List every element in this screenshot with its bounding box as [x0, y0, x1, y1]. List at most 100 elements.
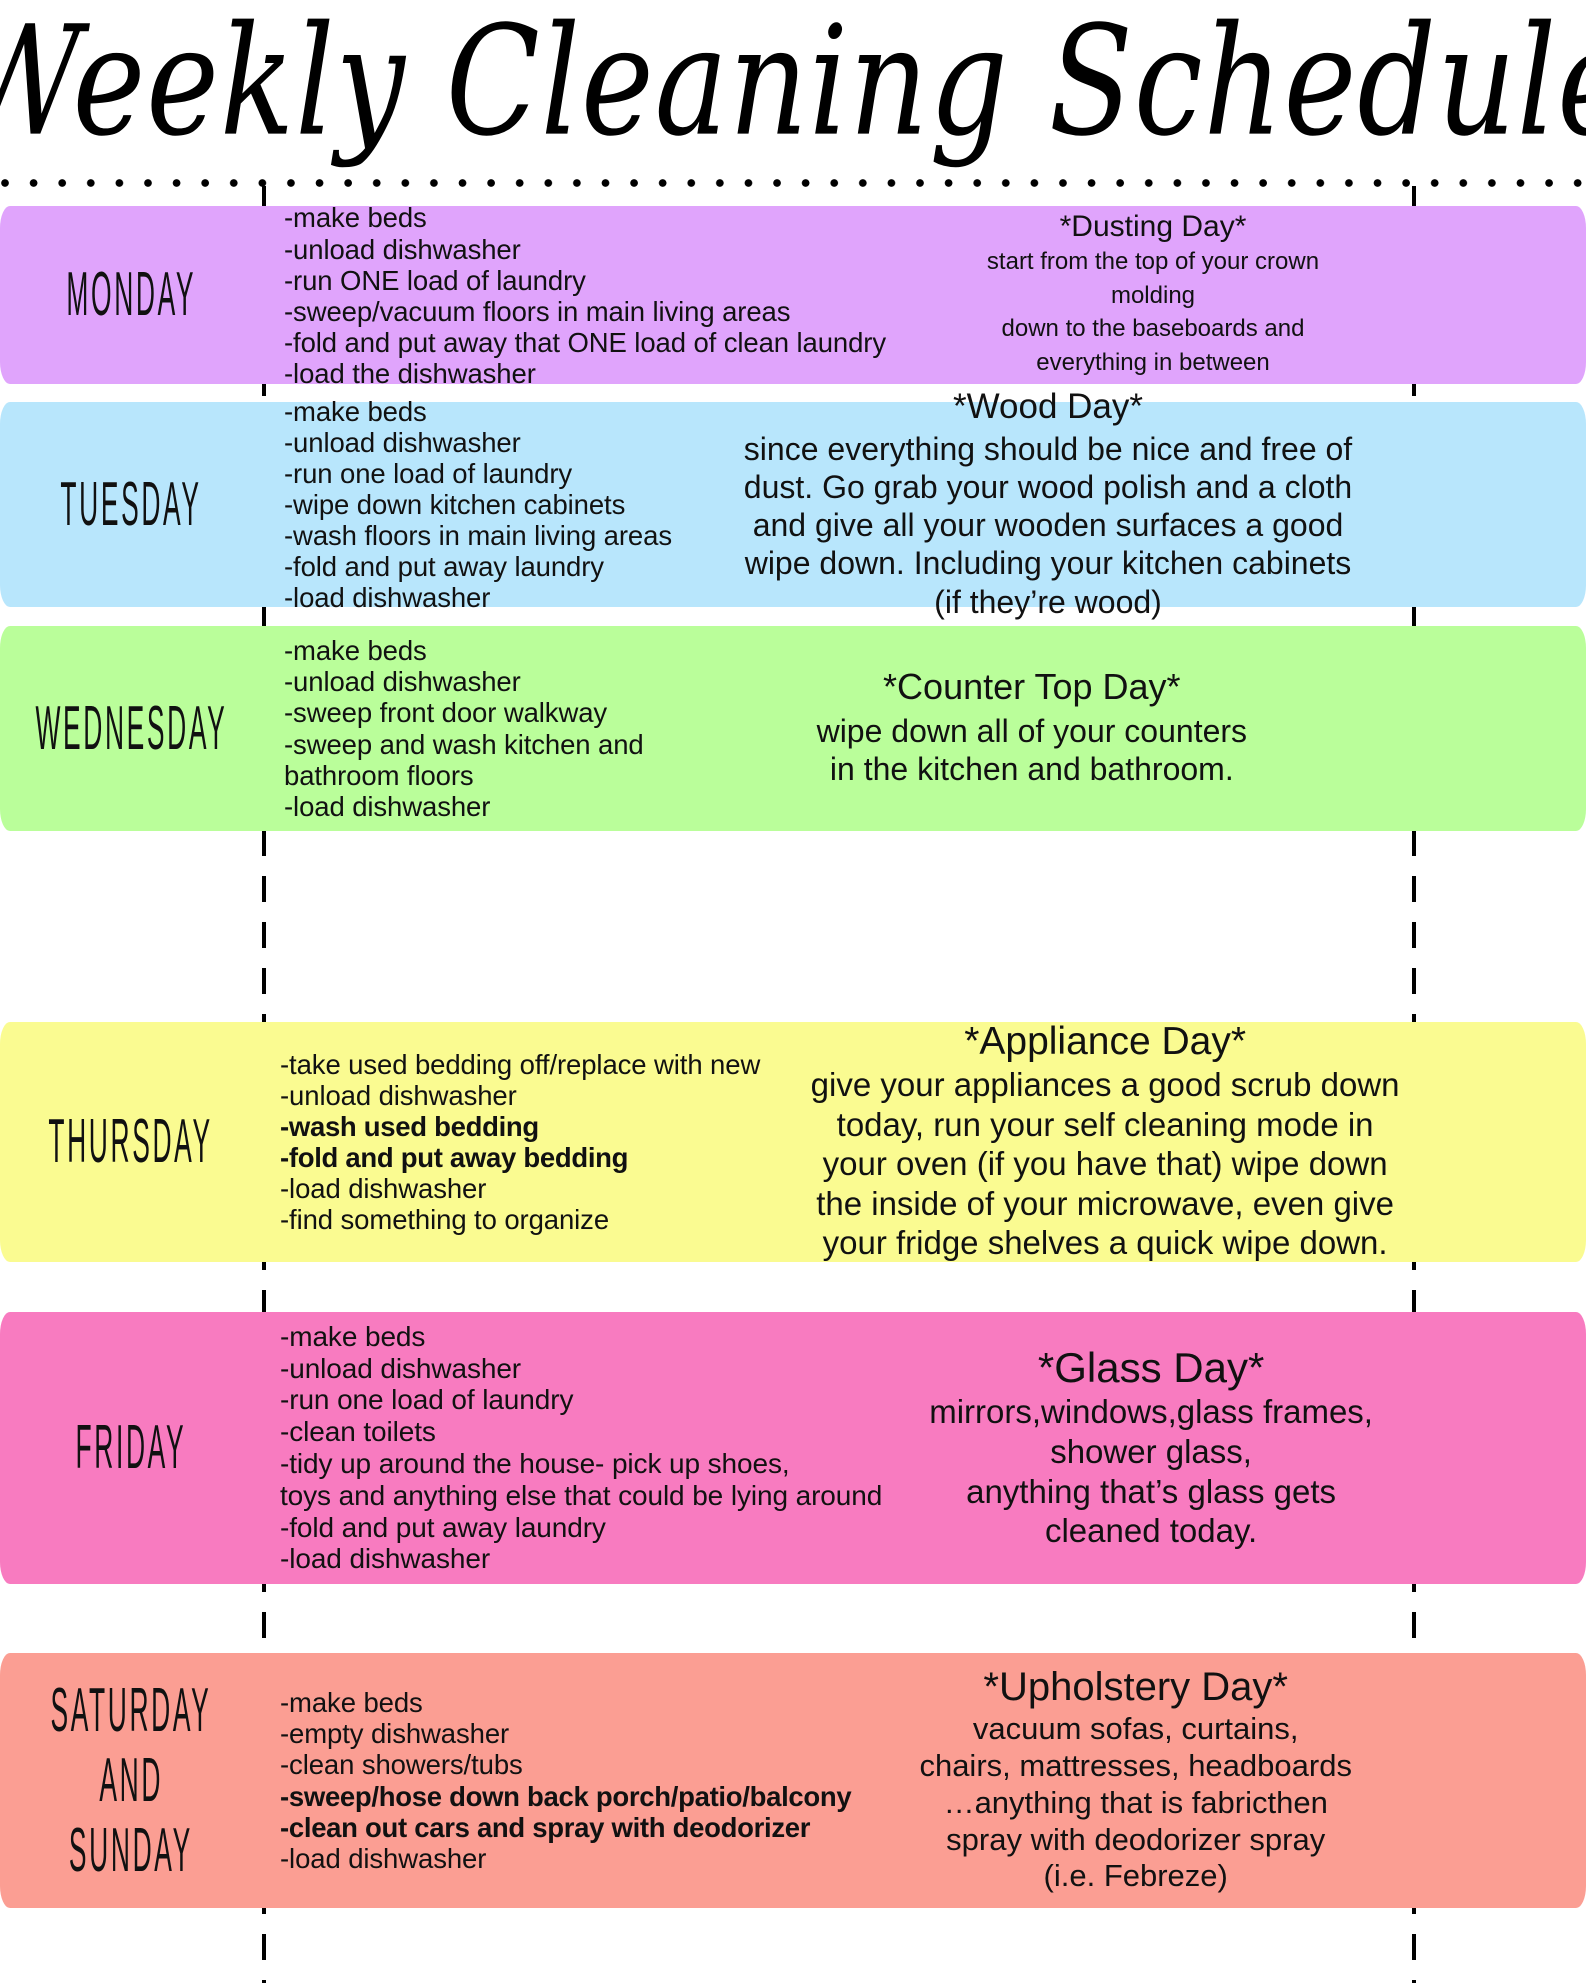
day-name-thursday: THURSDAY — [48, 1107, 214, 1177]
day-label-cell-friday: FRIDAY — [0, 1417, 262, 1479]
task-item: -wash used bedding — [280, 1110, 539, 1142]
page-title: Weekly Cleaning Schedule — [0, 0, 1586, 171]
focus-description-line: in the kitchen and bathroom. — [829, 751, 1234, 788]
focus-description-line: dust. Go grab your wood polish and a clo… — [743, 469, 1353, 506]
task-item: -fold and put away bedding — [280, 1142, 629, 1173]
day-label-cell-tuesday: TUESDAY — [0, 473, 262, 535]
task-list-wednesday: -make beds -unload dishwasher -sweep front… — [262, 635, 654, 822]
task-item: -clean toilets — [280, 1416, 436, 1448]
task-item: -load dishwasher — [280, 1842, 487, 1874]
focus-description-line: (if they’re wood) — [934, 583, 1162, 620]
task-item: -unload dishwasher — [280, 1352, 522, 1384]
day-name-friday: FRIDAY — [75, 1413, 187, 1483]
day-label-cell-wednesday: WEDNESDAY — [0, 698, 262, 760]
focus-lines-weekend: vacuum sofas, curtains, chairs, mattresse… — [919, 1711, 1352, 1895]
focus-description-line: today, run your self cleaning mode in — [836, 1105, 1374, 1143]
focus-block-tuesday: *Wood Day* since everything should be ni… — [682, 388, 1586, 620]
focus-description-line: spray with deodorizer spray — [946, 1821, 1326, 1857]
focus-description-line: …anything that is fabricthen — [943, 1784, 1328, 1820]
day-row-monday: MONDAY -make beds -unload dishwasher -run … — [0, 202, 1586, 389]
focus-description-line: give your appliances a good scrub down — [810, 1066, 1400, 1104]
poster-title-area: Weekly Cleaning Schedule — [0, 0, 1586, 172]
task-item: -take used bedding off/replace with new — [280, 1048, 761, 1080]
day-row-friday: FRIDAY -make beds -unload dishwasher -run … — [0, 1312, 1586, 1584]
focus-description-line: since everything should be nice and free… — [743, 431, 1353, 468]
task-item: -unload dishwasher — [284, 666, 521, 698]
focus-title-tuesday: *Wood Day* — [952, 387, 1143, 427]
day-row-weekend: SATURDAY AND SUNDAY -make beds -empty dishw… — [0, 1653, 1586, 1908]
focus-block-weekend: *Upholstery Day* vacuum sofas, curtains,… — [861, 1664, 1586, 1896]
focus-block-thursday: *Appliance Day* give your appliances a g… — [770, 1019, 1586, 1263]
task-item: -load dishwasher — [280, 1173, 487, 1205]
focus-lines-monday: start from the top of your crown molding d… — [987, 245, 1319, 379]
focus-description-line: down to the baseboards and — [1001, 315, 1305, 343]
day-row-tuesday: TUESDAY -make beds -unload dishwasher -run… — [0, 388, 1586, 620]
task-item: -make beds — [280, 1687, 423, 1719]
task-item: -make beds — [280, 1320, 426, 1352]
task-item: -sweep front door walkway — [284, 697, 608, 729]
day-name-monday: MONDAY — [66, 260, 196, 330]
focus-description-line: wipe down all of your counters — [816, 713, 1248, 750]
task-item: -tidy up around the house- pick up shoes… — [280, 1448, 790, 1479]
focus-description-line: vacuum sofas, curtains, — [972, 1710, 1299, 1746]
focus-description-line: your oven (if you have that) wipe down — [822, 1145, 1388, 1183]
day-name-part: SUNDAY — [69, 1816, 193, 1885]
task-item: -find something to organize — [280, 1204, 610, 1236]
task-list-weekend: -make beds -empty dishwasher -clean shower… — [262, 1687, 861, 1874]
task-item: -wash floors in main living areas — [284, 520, 672, 552]
task-list-thursday: -take used bedding off/replace with new -… — [262, 1049, 770, 1236]
focus-title-weekend: *Upholstery Day* — [983, 1664, 1288, 1709]
day-name-part: SATURDAY — [50, 1676, 212, 1745]
focus-description-line: mirrors,windows,glass frames, — [929, 1393, 1373, 1431]
task-item: bathroom floors — [284, 759, 474, 791]
focus-description-line: cleaned today. — [1044, 1512, 1258, 1550]
task-item: -unload dishwasher — [284, 233, 521, 265]
focus-title-thursday: *Appliance Day* — [964, 1019, 1247, 1063]
focus-title-friday: *Glass Day* — [1037, 1344, 1265, 1392]
task-list-friday: -make beds -unload dishwasher -run one loa… — [262, 1321, 892, 1575]
focus-description-line: shower glass, — [1050, 1433, 1252, 1471]
task-item: -sweep/hose down back porch/patio/balcon… — [280, 1780, 852, 1812]
task-list-monday: -make beds -unload dishwasher -run ONE loa… — [262, 200, 896, 389]
task-item: -fold and put away laundry — [280, 1511, 606, 1543]
focus-description-line: the inside of your microwave, even give — [816, 1184, 1394, 1222]
focus-description-line: anything that’s glass gets — [966, 1472, 1337, 1510]
task-item: -unload dishwasher — [284, 426, 521, 458]
task-item: -load dishwasher — [284, 790, 491, 822]
focus-block-wednesday: *Counter Top Day* wipe down all of your … — [654, 666, 1586, 789]
dotted-divider — [0, 178, 1586, 190]
focus-description-line: molding — [1110, 281, 1196, 309]
task-item: -make beds — [284, 395, 427, 427]
focus-lines-tuesday: since everything should be nice and free… — [744, 430, 1352, 620]
day-label-cell-thursday: THURSDAY — [0, 1111, 262, 1173]
day-name-tuesday: TUESDAY — [60, 470, 202, 539]
day-row-thursday: THURSDAY -take used bedding off/replace … — [0, 1019, 1586, 1263]
focus-description-line: (i.e. Febreze) — [1043, 1858, 1228, 1894]
focus-description-line: your fridge shelves a quick wipe down. — [822, 1224, 1388, 1262]
task-item: -clean out cars and spray with deodorize… — [280, 1811, 811, 1843]
task-item: -unload dishwasher — [280, 1079, 517, 1111]
task-item: -make beds — [284, 635, 427, 667]
day-label-cell-weekend: SATURDAY AND SUNDAY — [0, 1680, 262, 1882]
day-name-part: AND — [99, 1746, 163, 1815]
focus-description-line: wipe down. Including your kitchen cabine… — [744, 545, 1352, 582]
weekly-cleaning-schedule-poster: Weekly Cleaning Schedule MONDAY -make be… — [0, 0, 1586, 1983]
focus-title-wednesday: *Counter Top Day* — [883, 666, 1181, 708]
day-name-wednesday: WEDNESDAY — [35, 694, 227, 763]
day-label-cell-monday: MONDAY — [0, 264, 262, 326]
focus-block-monday: *Dusting Day* start from the top of your… — [896, 210, 1586, 380]
task-item: -fold and put away that ONE load of clea… — [284, 327, 886, 359]
task-item: -run ONE load of laundry — [284, 264, 586, 296]
task-item: -run one load of laundry — [284, 457, 573, 489]
task-item: -wipe down kitchen cabinets — [284, 488, 626, 520]
task-item: -clean showers/tubs — [280, 1749, 523, 1781]
task-item: -sweep and wash kitchen and — [284, 728, 644, 760]
task-item: toys and anything else that could be lyi… — [280, 1479, 883, 1511]
focus-lines-wednesday: wipe down all of your counters in the kit… — [817, 712, 1247, 789]
task-item: -empty dishwasher — [280, 1718, 510, 1750]
focus-description-line: everything in between — [1036, 348, 1270, 376]
focus-description-line: and give all your wooden surfaces a good — [752, 507, 1344, 544]
task-item: -make beds — [284, 202, 427, 234]
task-item: -run one load of laundry — [280, 1384, 574, 1416]
focus-description-line: start from the top of your crown — [986, 248, 1320, 275]
